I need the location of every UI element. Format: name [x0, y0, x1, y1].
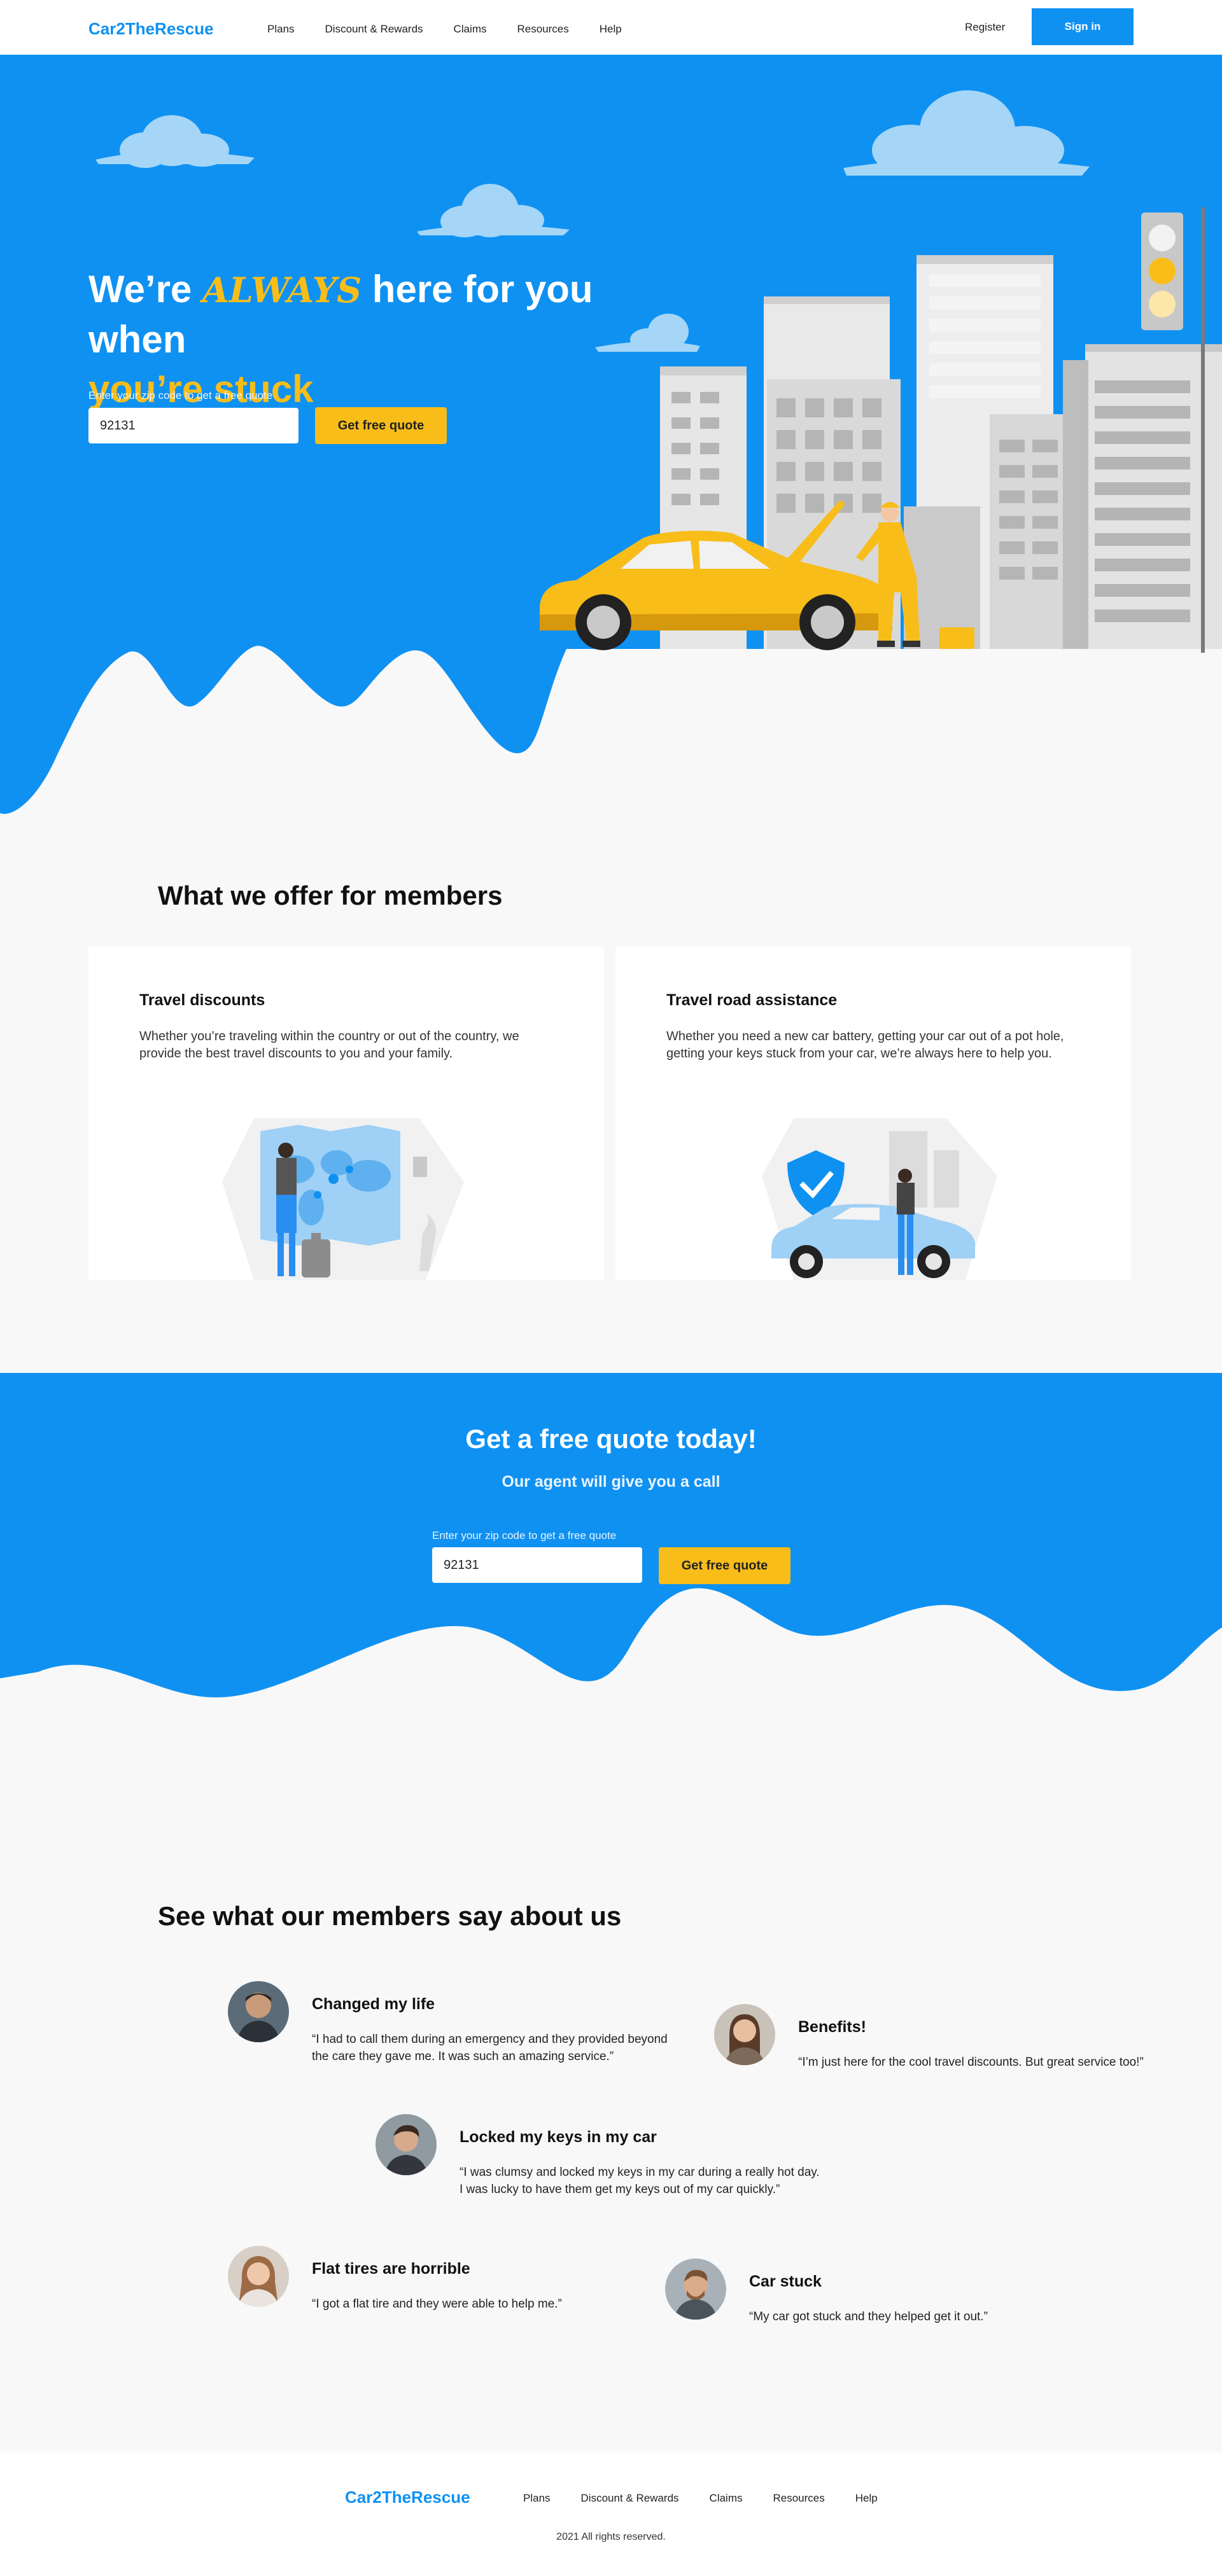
testimonial-title: Locked my keys in my car — [460, 2128, 657, 2146]
quote-get-quote-button[interactable]: Get free quote — [659, 1547, 790, 1584]
footer-copyright: 2021 All rights reserved. — [556, 2531, 666, 2542]
nav-link-discount-rewards[interactable]: Discount & Rewards — [325, 23, 423, 36]
testimonial-title: Benefits! — [798, 2018, 866, 2036]
sign-in-button[interactable]: Sign in — [1032, 8, 1134, 45]
footer-link-claims[interactable]: Claims — [710, 2492, 743, 2505]
quote-zip-input[interactable] — [432, 1547, 642, 1583]
testimonial-card: Benefits! “I’m just here for the cool tr… — [714, 2004, 1160, 2093]
testimonial-title: Car stuck — [749, 2273, 822, 2290]
road-assistance-illustration — [762, 1118, 997, 1280]
register-link[interactable]: Register — [965, 21, 1005, 34]
avatar — [376, 2114, 437, 2175]
offer-card-title: Travel discounts — [139, 991, 265, 1009]
footer-link-help[interactable]: Help — [855, 2492, 878, 2505]
travel-map-illustration — [222, 1118, 464, 1280]
offer-card-text: Whether you need a new car battery, gett… — [666, 1029, 1064, 1061]
hero-zip-input[interactable] — [88, 408, 298, 443]
offer-card-title: Travel road assistance — [666, 991, 838, 1009]
testimonial-title: Flat tires are horrible — [312, 2260, 470, 2278]
hero-headline-start: We’re — [88, 268, 202, 310]
main-nav: Plans Discount & Rewards Claims Resource… — [267, 23, 622, 36]
footer-link-plans[interactable]: Plans — [523, 2492, 551, 2505]
page-footer: Car2TheRescue Plans Discount & Rewards C… — [0, 2453, 1222, 2576]
hero-get-quote-button[interactable]: Get free quote — [315, 407, 447, 444]
nav-link-resources[interactable]: Resources — [517, 23, 569, 36]
quote-section-title: Get a free quote today! — [465, 1424, 757, 1454]
testimonial-text: “I was clumsy and locked my keys in my c… — [460, 2166, 820, 2196]
quote-zip-label: Enter your zip code to get a free quote — [432, 1529, 617, 1542]
offer-card-text: Whether you’re traveling within the coun… — [139, 1029, 519, 1061]
testimonial-card: Car stuck “My car got stuck and they hel… — [665, 2259, 1111, 2335]
footer-link-discount-rewards[interactable]: Discount & Rewards — [581, 2492, 679, 2505]
top-navbar: Car2TheRescue Plans Discount & Rewards C… — [0, 0, 1222, 55]
footer-brand-logo[interactable]: Car2TheRescue — [345, 2488, 470, 2507]
avatar — [714, 2004, 775, 2065]
nav-link-help[interactable]: Help — [600, 23, 622, 36]
testimonials-title: See what our members say about us — [158, 1901, 622, 1931]
avatar — [665, 2259, 726, 2320]
offer-card-road-assistance: Travel road assistance Whether you need … — [615, 947, 1131, 1280]
footer-link-resources[interactable]: Resources — [773, 2492, 825, 2505]
hero-headline-emphasis: ALWAYS — [202, 270, 362, 310]
testimonial-card: Locked my keys in my car “I was clumsy a… — [376, 2114, 821, 2216]
testimonial-title: Changed my life — [312, 1995, 435, 2013]
avatar — [228, 2246, 289, 2307]
nav-link-claims[interactable]: Claims — [454, 23, 487, 36]
hero-section: We’re ALWAYS here for you when you’re st… — [0, 55, 1222, 825]
offer-section-title: What we offer for members — [158, 881, 503, 910]
testimonial-text: “I’m just here for the cool travel disco… — [798, 2056, 1144, 2069]
quote-section-subtitle: Our agent will give you a call — [502, 1473, 720, 1491]
offer-card-travel-discounts: Travel discounts Whether you’re travelin… — [88, 947, 604, 1280]
footer-nav: Plans Discount & Rewards Claims Resource… — [523, 2492, 878, 2505]
testimonial-card: Changed my life “I had to call them duri… — [228, 1981, 673, 2083]
testimonial-card: Flat tires are horrible “I got a flat ti… — [228, 2246, 673, 2322]
hero-zip-label: Enter your zip code to get a free quote — [88, 389, 273, 401]
testimonial-text: “I had to call them during an emergency … — [312, 2033, 668, 2063]
nav-link-plans[interactable]: Plans — [267, 23, 295, 36]
avatar — [228, 1981, 289, 2042]
brand-logo[interactable]: Car2TheRescue — [88, 19, 214, 39]
testimonial-text: “I got a flat tire and they were able to… — [312, 2297, 562, 2311]
testimonial-text: “My car got stuck and they helped get it… — [749, 2310, 988, 2323]
